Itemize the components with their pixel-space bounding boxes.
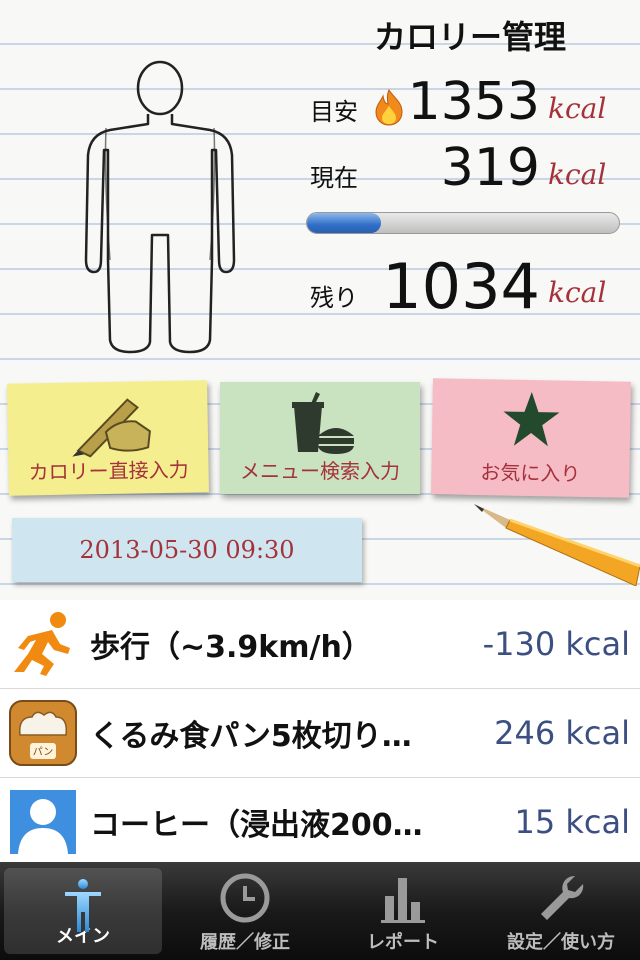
list-item[interactable]: パン くるみ食パン5枚切り… 246 kcal <box>0 689 640 778</box>
bread-icon: パン <box>9 700 77 766</box>
menu-search-button[interactable]: メニュー検索入力 <box>220 382 420 494</box>
remaining-value: 1034 <box>382 250 540 323</box>
entry-kcal: -130 kcal <box>482 625 630 663</box>
food-log-list: 歩行（~3.9km/h） -130 kcal パン くるみ食パン5枚切り… 24… <box>0 600 640 867</box>
target-label: 目安 <box>310 98 358 126</box>
favorites-label: お気に入り <box>480 460 581 486</box>
tab-history-label: 履歴／修正 <box>200 932 290 953</box>
tab-bar: メイン 履歴／修正 レポート 設定／使い方 <box>0 862 640 960</box>
page-title: カロリー管理 <box>373 18 566 56</box>
list-item[interactable]: 歩行（~3.9km/h） -130 kcal <box>0 600 640 689</box>
bar-chart-icon <box>381 878 425 923</box>
clock-icon <box>220 873 270 923</box>
menu-search-label: メニュー検索入力 <box>240 459 400 483</box>
body-figure-icon <box>84 60 236 354</box>
tab-main[interactable]: メイン <box>4 868 162 954</box>
entry-kcal: 246 kcal <box>494 714 630 752</box>
direct-input-button[interactable]: カロリー直接入力 <box>7 380 209 496</box>
tab-settings[interactable]: 設定／使い方 <box>482 862 640 960</box>
entry-name: くるみ食パン5枚切り… <box>90 719 412 754</box>
wrench-icon <box>541 875 584 920</box>
remaining-label: 残り <box>310 284 358 312</box>
remaining-unit: kcal <box>548 276 607 309</box>
entry-kcal: 15 kcal <box>514 803 630 841</box>
tab-settings-label: 設定／使い方 <box>507 932 615 953</box>
list-item[interactable]: コーヒー（浸出液200… 15 kcal <box>0 778 640 867</box>
bread-icon-label: パン <box>33 746 54 758</box>
pencil-icon <box>474 504 640 586</box>
favorites-button[interactable]: お気に入り <box>431 378 631 498</box>
calorie-progress-fill <box>307 213 381 233</box>
entry-name: 歩行（~3.9km/h） <box>90 630 372 665</box>
target-value: 1353 <box>407 72 540 132</box>
calorie-progress-bar <box>306 212 620 234</box>
current-value: 319 <box>440 138 540 198</box>
person-icon <box>65 879 101 932</box>
date-time-label: 2013-05-30 09:30 <box>79 536 295 564</box>
running-icon <box>14 612 70 676</box>
tab-report-label: レポート <box>367 932 439 953</box>
fast-food-icon <box>292 392 354 454</box>
current-label: 現在 <box>310 164 358 192</box>
entry-name: コーヒー（浸出液200… <box>90 808 423 843</box>
tab-report[interactable]: レポート <box>324 862 482 960</box>
target-unit: kcal <box>548 92 607 125</box>
direct-input-label: カロリー直接入力 <box>28 457 189 485</box>
tab-history[interactable]: 履歴／修正 <box>166 862 324 960</box>
star-icon <box>503 392 560 447</box>
writing-hand-icon <box>72 398 151 458</box>
person-placeholder-icon <box>10 790 76 854</box>
current-unit: kcal <box>548 158 607 191</box>
date-time-button[interactable]: 2013-05-30 09:30 <box>12 518 362 582</box>
